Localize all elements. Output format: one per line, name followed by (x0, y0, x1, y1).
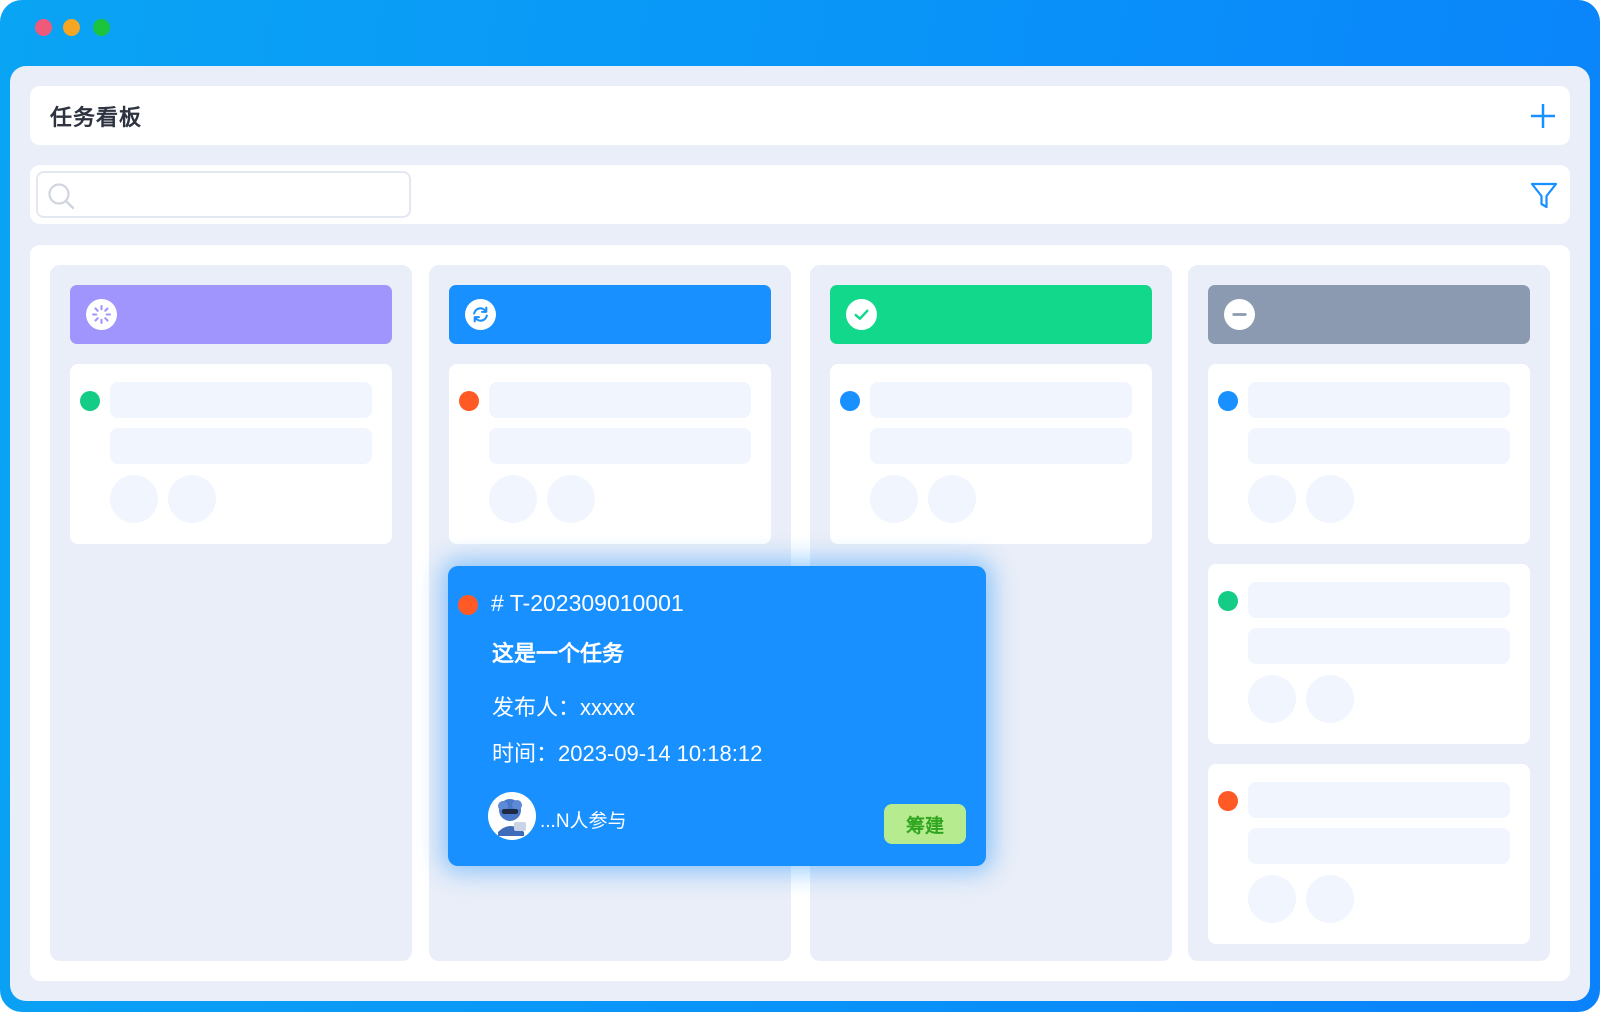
toolbar (30, 165, 1570, 224)
task-title: 这是一个任务 (492, 642, 625, 667)
time-value: 2023-09-14 10:18:12 (558, 741, 763, 766)
skeleton-avatar (1248, 675, 1296, 723)
task-card[interactable] (1208, 364, 1530, 544)
skeleton-avatar (870, 475, 918, 523)
page-header: 任务看板 (30, 86, 1570, 145)
search-icon (48, 183, 75, 210)
task-publisher: 发布人：xxxxx (492, 690, 635, 722)
check-icon (846, 299, 877, 330)
publisher-label: 发布人： (492, 695, 581, 720)
skeleton-avatar (1306, 675, 1354, 723)
minus-icon (1224, 299, 1255, 330)
app-window: 任务看板 # T-202309010001 这是一个任务 发布人：xxxxx 时… (0, 0, 1600, 1012)
skeleton-line (1248, 382, 1510, 418)
task-card[interactable] (1208, 764, 1530, 944)
skeleton-line (1248, 582, 1510, 618)
priority-dot (1218, 391, 1238, 411)
task-card[interactable] (70, 364, 392, 544)
task-time: 时间：2023-09-14 10:18:12 (492, 736, 762, 768)
window-close-button[interactable] (35, 19, 52, 36)
column-header-pending[interactable] (70, 285, 392, 344)
task-card[interactable] (449, 364, 771, 544)
avatar[interactable] (488, 792, 536, 840)
kanban-column-pending (50, 265, 412, 961)
search-input[interactable] (82, 181, 402, 209)
skeleton-line (870, 428, 1132, 464)
page-title: 任务看板 (50, 106, 143, 131)
skeleton-avatar (1306, 475, 1354, 523)
skeleton-avatar (928, 475, 976, 523)
publisher-value: xxxxx (580, 695, 636, 720)
skeleton-line (870, 382, 1132, 418)
search-box[interactable] (36, 171, 411, 218)
skeleton-line (1248, 782, 1510, 818)
priority-dot (80, 391, 100, 411)
skeleton-avatar (110, 475, 158, 523)
window-maximize-button[interactable] (93, 19, 110, 36)
skeleton-line (110, 382, 372, 418)
priority-dot (1218, 591, 1238, 611)
column-header-closed[interactable] (1208, 285, 1530, 344)
priority-dot (840, 391, 860, 411)
participants-count: ...N人参与 (540, 811, 627, 832)
skeleton-avatar (489, 475, 537, 523)
skeleton-line (1248, 828, 1510, 864)
dragging-task-card[interactable]: # T-202309010001 这是一个任务 发布人：xxxxx 时间：202… (448, 566, 986, 866)
skeleton-line (489, 428, 751, 464)
loading-icon (86, 299, 117, 330)
task-id: # T-202309010001 (491, 590, 684, 616)
skeleton-line (110, 428, 372, 464)
time-label: 时间： (492, 741, 559, 766)
skeleton-line (489, 382, 751, 418)
refresh-icon (465, 299, 496, 330)
filter-icon[interactable] (1530, 181, 1558, 211)
skeleton-line (1248, 428, 1510, 464)
priority-dot (1218, 791, 1238, 811)
skeleton-avatar (1306, 875, 1354, 923)
priority-dot (458, 595, 478, 615)
window-minimize-button[interactable] (63, 19, 80, 36)
skeleton-avatar (547, 475, 595, 523)
column-header-in-progress[interactable] (449, 285, 771, 344)
skeleton-avatar (1248, 875, 1296, 923)
skeleton-avatar (1248, 475, 1296, 523)
column-header-done[interactable] (830, 285, 1152, 344)
task-card[interactable] (830, 364, 1152, 544)
kanban-column-closed (1188, 265, 1550, 961)
skeleton-line (1248, 628, 1510, 664)
plus-icon[interactable] (1528, 101, 1558, 131)
task-card[interactable] (1208, 564, 1530, 744)
priority-dot (459, 391, 479, 411)
status-badge: 筹建 (884, 804, 966, 844)
skeleton-avatar (168, 475, 216, 523)
